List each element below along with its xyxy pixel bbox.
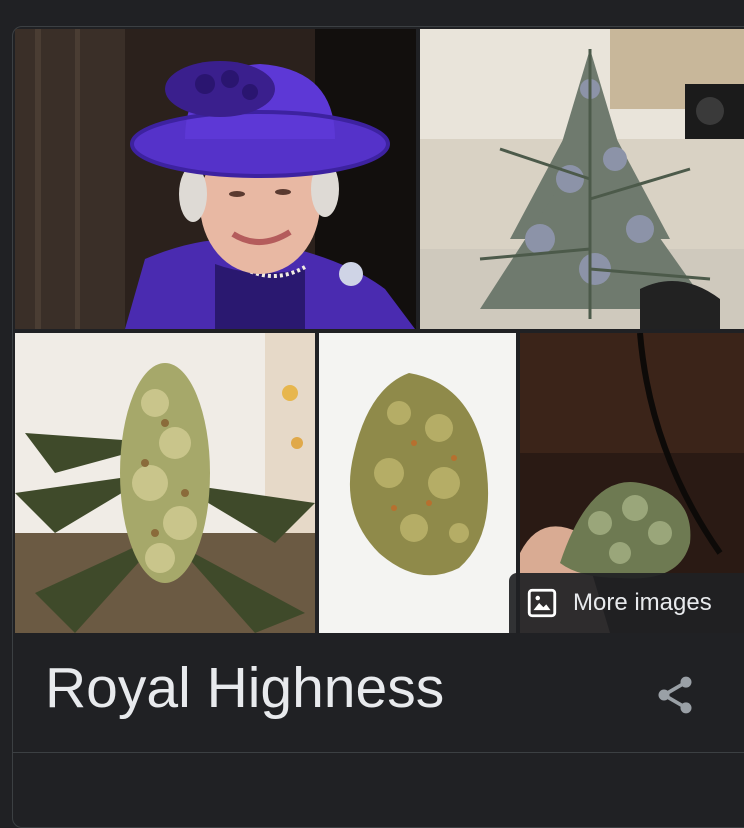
image-tile-1[interactable] (15, 29, 416, 329)
image-plant-bud (15, 333, 315, 633)
panel-title: Royal Highness (45, 656, 445, 720)
more-images-button[interactable]: More images (509, 573, 744, 633)
image-icon (527, 588, 557, 618)
more-images-label: More images (573, 589, 712, 616)
share-icon[interactable] (653, 673, 697, 717)
divider (13, 752, 744, 753)
image-dried-bud (319, 333, 516, 633)
knowledge-panel: More images Royal Highness (12, 26, 744, 828)
image-tile-2[interactable] (420, 29, 744, 329)
image-tile-4[interactable] (319, 333, 516, 633)
image-portrait (15, 29, 416, 329)
image-plant-indoor (420, 29, 744, 329)
image-tile-3[interactable] (15, 333, 315, 633)
